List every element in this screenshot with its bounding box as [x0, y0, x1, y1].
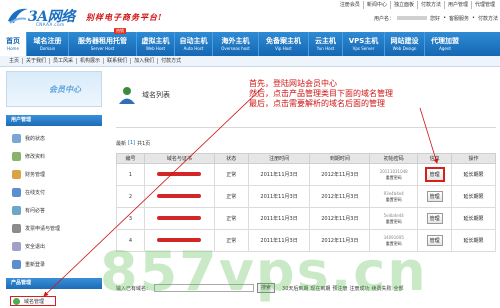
nav-item-domain[interactable]: 域名注册 Domain — [27, 32, 69, 56]
nav-item-webhost[interactable]: 虚拟主机 Web Host — [137, 32, 175, 56]
nav-item-server[interactable]: 服务器租用托管 Server Host — [69, 32, 137, 56]
pager: 最新 [1] 共1页 — [116, 140, 151, 147]
col-header: 初始密码 — [369, 153, 419, 164]
divider — [116, 127, 496, 128]
nav-item-viphost[interactable]: 免备案主机 Vip Host — [259, 32, 309, 56]
user-line: 用户名： 您好 • 客服服务 • 付款方法 — [374, 15, 498, 22]
site-logo[interactable]: 3A网络 CNAAA.com — [6, 3, 78, 29]
nav-item-autohost[interactable]: 自动主机 Auto Host — [175, 32, 213, 56]
renew-link[interactable]: 延长期限 — [464, 172, 484, 178]
nav-item-vps[interactable]: VPS主机 Vps Server — [343, 32, 385, 56]
renew-link[interactable]: 延长期限 — [464, 216, 484, 222]
page-title: 域名列表 — [118, 85, 170, 105]
domain-redacted[interactable] — [157, 194, 202, 198]
col-header: 操作 — [451, 153, 496, 164]
site-header: 3A网络 CNAAA.com 别样电子商务平台! 注册会员 新闻中心 独立面板 … — [0, 0, 500, 32]
subnav-item[interactable]: 关于我们 — [22, 58, 49, 64]
member-center-banner: 会员中心 — [6, 71, 102, 107]
invoice-icon — [12, 223, 21, 233]
user-link[interactable]: 客服服务 — [449, 15, 469, 22]
watermark: 857vps.cn — [100, 240, 428, 303]
banner-text: 会员中心 — [49, 85, 81, 94]
sidebar-item-faq[interactable]: 有问必答 — [12, 202, 100, 218]
col-header: 注册时间 — [247, 153, 311, 164]
nav-item-overseas[interactable]: 海外主机 Overseas host — [213, 32, 259, 56]
faq-icon — [12, 205, 21, 215]
logout-icon — [12, 241, 21, 251]
sidebar-item-relogin[interactable]: 重新登录 — [12, 256, 100, 272]
manage-button[interactable]: 管理 — [424, 167, 445, 182]
nav-item-agent[interactable]: 代理加盟 Agent — [425, 32, 465, 56]
product-section-header[interactable]: 产品管理 — [6, 278, 102, 289]
top-links: 注册会员 新闻中心 独立面板 付款方法 用户管理 代理管理 — [337, 1, 498, 9]
hot-badge: 热销 — [114, 28, 126, 34]
nav-item-yunhost[interactable]: 云主机 Yun Host — [309, 32, 343, 56]
top-link[interactable]: 用户管理 — [443, 1, 471, 9]
table-row: 1 正常 2011年11月3日 2012年11月3日 20111031048 重置… — [116, 163, 496, 186]
check-icon — [13, 297, 20, 305]
col-header: 域名与证书 — [143, 153, 215, 164]
nav-item-webdesign[interactable]: 网站建设 Web Design — [385, 32, 425, 56]
reset-password-link[interactable]: 重置密码 — [370, 175, 417, 181]
user-section-header[interactable]: 用户管理 — [6, 115, 102, 126]
user-link[interactable]: 您好 — [430, 15, 440, 22]
domain-redacted[interactable] — [157, 216, 202, 220]
subnav-item[interactable]: 机构展示 — [76, 58, 103, 64]
subnav-item[interactable]: 付款方式 — [157, 58, 184, 64]
table-row: 2 正常 2011年11月3日 2012年11月3日 93e4b4e4 重置密码 … — [116, 185, 496, 208]
top-link[interactable]: 新闻中心 — [362, 1, 390, 9]
col-header: 状态 — [213, 153, 249, 164]
sidebar-item-domain-manage[interactable]: 域名管理 — [10, 296, 56, 306]
renew-link[interactable]: 延长期限 — [464, 238, 484, 244]
payment-icon — [12, 187, 21, 197]
page-link[interactable]: [1] — [128, 140, 135, 147]
logo-domain: CNAAA.com — [36, 22, 65, 27]
tutorial-annotation: 首先，登陆网站会员中心 然后，点击产品管理类目下面的域名管理 最后，点击需要解析… — [249, 79, 393, 108]
user-profile-icon — [119, 87, 135, 104]
sidebar-item-invoice[interactable]: 发票申请与管理 — [12, 220, 100, 236]
subnav-item[interactable]: 加入我们 — [130, 58, 157, 64]
col-header: 到期时间 — [309, 153, 371, 164]
main-nav: 首页 Home 域名注册 Domain 服务器租用托管 Server Host 虚拟主… — [0, 32, 500, 56]
status-icon — [12, 133, 21, 143]
top-link[interactable]: 付款方法 — [416, 1, 444, 9]
top-link[interactable]: 代理管理 — [470, 1, 498, 9]
logo-swoosh-icon — [8, 8, 28, 24]
domain-table: 编号 域名与证书 状态 注册时间 到期时间 初始密码 信息 操作 1 正常 20… — [116, 153, 496, 252]
sidebar: 会员中心 用户管理 我的状态 修改资料 财务管理 在线支付 有问必答 发票申请与… — [0, 67, 108, 308]
col-header: 编号 — [116, 153, 145, 164]
reset-password-link[interactable]: 重置密码 — [370, 219, 417, 225]
sidebar-item-logout[interactable]: 安全退出 — [12, 238, 100, 254]
manage-button[interactable]: 管理 — [426, 191, 443, 202]
col-header: 信息 — [417, 153, 453, 164]
renew-link[interactable]: 延长期限 — [464, 194, 484, 200]
sidebar-item-finance[interactable]: 财务管理 — [12, 166, 100, 182]
table-row: 3 正常 2011年11月3日 2012年11月3日 5e4b4e44 重置密码 … — [116, 207, 496, 230]
sidebar-item-status[interactable]: 我的状态 — [12, 130, 100, 146]
username-redacted — [397, 16, 428, 20]
profile-icon — [12, 151, 21, 161]
nav-item-home[interactable]: 首页 Home — [0, 32, 27, 56]
slogan: 别样电子商务平台! — [86, 12, 163, 22]
page-title-text: 域名列表 — [142, 91, 170, 99]
subnav-item[interactable]: 联系我们 — [103, 58, 130, 64]
user-label: 用户名： — [374, 15, 395, 22]
subnav-item[interactable]: 员工风采 — [49, 58, 76, 64]
sidebar-item-payment[interactable]: 在线支付 — [12, 184, 100, 200]
top-link[interactable]: 注册会员 — [337, 1, 363, 9]
domain-redacted[interactable] — [157, 172, 202, 176]
sidebar-item-profile[interactable]: 修改资料 — [12, 148, 100, 164]
manage-button[interactable]: 管理 — [426, 213, 443, 224]
subnav-item[interactable]: 主页 — [6, 58, 22, 64]
sub-nav: 主页 关于我们 员工风采 机构展示 联系我们 加入我们 付款方式 — [0, 56, 500, 67]
user-link[interactable]: 付款方法 — [478, 15, 498, 22]
manage-button[interactable]: 管理 — [426, 235, 443, 246]
top-link[interactable]: 独立面板 — [389, 1, 417, 9]
reset-password-link[interactable]: 重置密码 — [370, 197, 417, 203]
finance-icon — [12, 169, 21, 179]
relogin-icon — [12, 259, 21, 269]
